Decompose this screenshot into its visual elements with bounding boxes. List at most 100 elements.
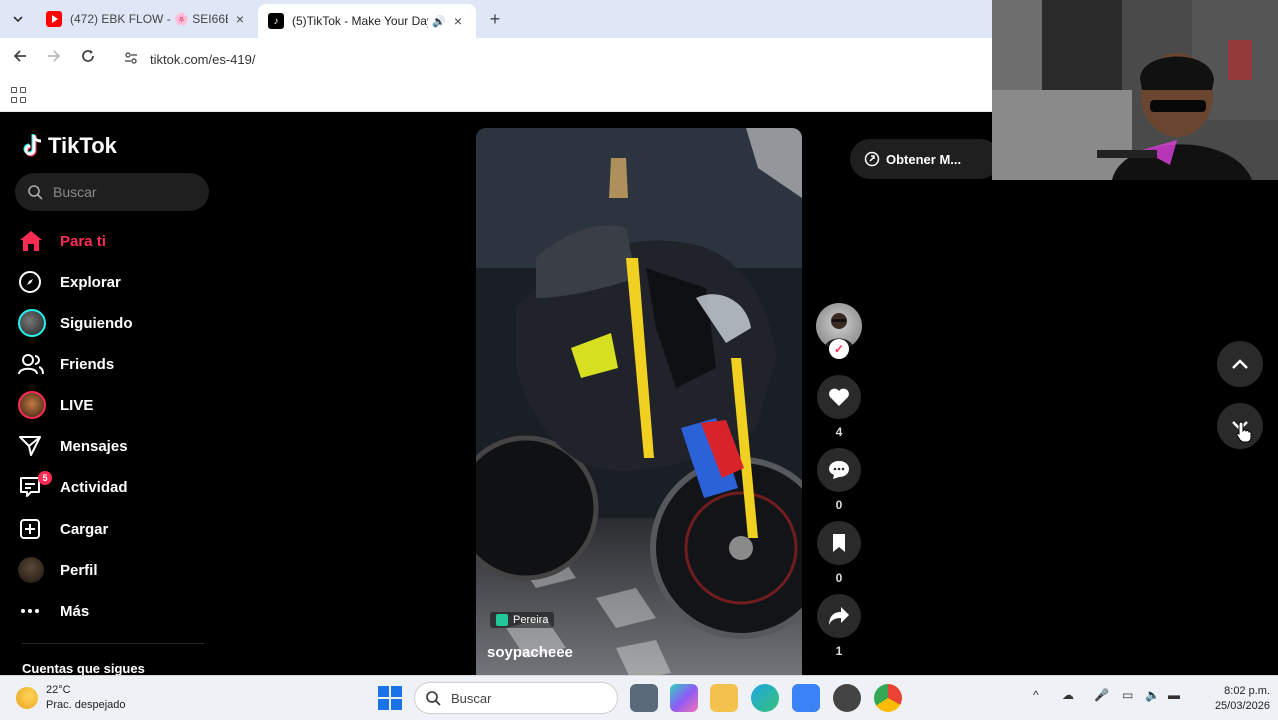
windows-taskbar: 22°C Prac. despejado Buscar ^ ☁ 🎤 ▭ 🔈 ▬ …: [0, 675, 1278, 720]
tab-tiktok[interactable]: ♪ (5)TikTok - Make Your Day 🔊 ×: [258, 4, 476, 38]
tiktok-logo[interactable]: TikTok: [22, 133, 117, 159]
address-bar[interactable]: tiktok.com/es-419/: [112, 43, 1012, 75]
reload-icon[interactable]: [77, 48, 99, 70]
video-author[interactable]: soypacheee: [487, 644, 573, 661]
save-button[interactable]: 0: [816, 521, 862, 585]
activity-badge: 5: [38, 471, 52, 485]
speaker-icon[interactable]: 🔊: [432, 15, 446, 28]
sidebar-divider: [22, 643, 204, 644]
nav-label: Más: [60, 602, 90, 620]
share-icon: [817, 594, 861, 638]
apps-icon[interactable]: [11, 87, 27, 103]
weather-widget[interactable]: 22°C Prac. despejado: [16, 683, 126, 713]
onedrive-icon[interactable]: ☁: [1062, 688, 1074, 702]
location-icon: [496, 614, 508, 626]
tiktok-page: TikTok Buscar Para ti Explorar Siguiendo: [0, 113, 1278, 675]
network-icon[interactable]: ▭: [1122, 688, 1133, 702]
tab-title: (5)TikTok - Make Your Day: [292, 14, 429, 28]
video-player[interactable]: Pereira soypacheee: [476, 128, 802, 675]
back-icon[interactable]: [9, 48, 31, 70]
tab-search-icon[interactable]: [8, 9, 28, 29]
comment-icon: [817, 448, 861, 492]
nav-label: Actividad: [60, 478, 128, 496]
home-icon: [18, 227, 50, 255]
upload-icon: [18, 515, 50, 543]
taskbar-search[interactable]: Buscar: [414, 682, 618, 714]
following-check-icon[interactable]: ✓: [829, 339, 849, 359]
url-text: tiktok.com/es-419/: [150, 51, 256, 67]
share-button[interactable]: 1: [816, 594, 862, 658]
time: 8:02 p.m.: [1224, 685, 1270, 697]
nav-messages[interactable]: Mensajes: [18, 429, 128, 463]
battery-icon[interactable]: ▬: [1168, 688, 1180, 702]
tab-youtube[interactable]: (472) EBK FLOW - 🌸 SEI66EIS ×: [36, 4, 258, 34]
nav-explore[interactable]: Explorar: [18, 265, 121, 299]
nav-label: Explorar: [60, 273, 121, 291]
nav-label: Friends: [60, 355, 115, 373]
search-icon: [426, 691, 441, 706]
tab-title: (472) EBK FLOW - 🌸 SEI66EIS: [70, 12, 228, 26]
bookmark-icon: [817, 521, 861, 565]
nav-label: Cargar: [60, 520, 109, 538]
share-count: 1: [835, 644, 843, 658]
site-info-icon[interactable]: [124, 51, 140, 68]
webcam-overlay: [992, 0, 1278, 180]
nav-live[interactable]: LIVE: [18, 388, 93, 422]
taskbar-search-placeholder: Buscar: [451, 690, 492, 706]
nav-label: LIVE: [60, 396, 94, 414]
like-count: 4: [835, 425, 843, 439]
weather-icon: [16, 687, 38, 709]
forward-icon[interactable]: [43, 48, 65, 70]
tiktok-icon: ♪: [268, 13, 284, 29]
following-avatar: [18, 309, 50, 337]
tiktok-logo-icon: [23, 134, 42, 157]
nav-activity[interactable]: 5 Actividad: [18, 470, 128, 504]
comment-count: 0: [835, 498, 843, 512]
edge-icon[interactable]: [751, 684, 779, 712]
search-input[interactable]: Buscar: [15, 173, 209, 211]
nav-following[interactable]: Siguiendo: [18, 306, 133, 340]
microphone-icon[interactable]: 🎤: [1094, 688, 1109, 702]
search-icon: [28, 185, 43, 200]
volume-icon[interactable]: 🔈: [1145, 688, 1160, 702]
nav-profile[interactable]: Perfil: [18, 553, 98, 587]
motorcycle-image: [476, 128, 802, 675]
copilot-icon[interactable]: [670, 684, 698, 712]
chevron-up-icon[interactable]: ^: [1033, 688, 1039, 702]
like-button[interactable]: 4: [816, 375, 862, 439]
nav-label: Siguiendo: [60, 314, 133, 332]
nav-label: Para ti: [60, 232, 106, 250]
logo-text: TikTok: [48, 133, 117, 158]
video-location-tag[interactable]: Pereira: [490, 612, 555, 628]
activity-icon: 5: [18, 471, 52, 501]
nav-label: Perfil: [60, 561, 98, 579]
chevron-up-icon: [1232, 359, 1248, 369]
youtube-icon: [46, 11, 62, 27]
nav-friends[interactable]: Friends: [18, 347, 114, 381]
friends-icon: [18, 350, 50, 378]
nav-upload[interactable]: Cargar: [18, 512, 108, 546]
close-tab-icon[interactable]: ×: [232, 11, 248, 27]
get-app-label: Obtener M...: [886, 151, 962, 167]
screen: (472) EBK FLOW - 🌸 SEI66EIS × ♪ (5)TikTo…: [0, 0, 1278, 720]
nav-more[interactable]: Más: [18, 594, 89, 628]
file-explorer-icon[interactable]: [710, 684, 738, 712]
chrome-icon[interactable]: [874, 684, 902, 712]
weather-desc: Prac. despejado: [46, 699, 126, 711]
task-view-icon[interactable]: [630, 684, 658, 712]
windows-start-icon[interactable]: [378, 686, 402, 710]
mouse-cursor-icon: [1236, 421, 1252, 443]
app-icon: [864, 151, 880, 167]
comment-button[interactable]: 0: [816, 448, 862, 512]
webcam-image: [992, 0, 1278, 180]
heart-icon: [817, 375, 861, 419]
store-icon[interactable]: [792, 684, 820, 712]
previous-video-button[interactable]: [1217, 341, 1263, 387]
close-tab-icon[interactable]: ×: [450, 13, 466, 29]
new-tab-button[interactable]: +: [484, 8, 506, 30]
compass-icon: [18, 268, 50, 296]
clock[interactable]: 8:02 p.m. 25/03/2026: [1196, 684, 1270, 714]
nav-for-you[interactable]: Para ti: [18, 224, 106, 258]
get-app-button[interactable]: Obtener M...: [850, 139, 1000, 179]
app-icon[interactable]: [833, 684, 861, 712]
